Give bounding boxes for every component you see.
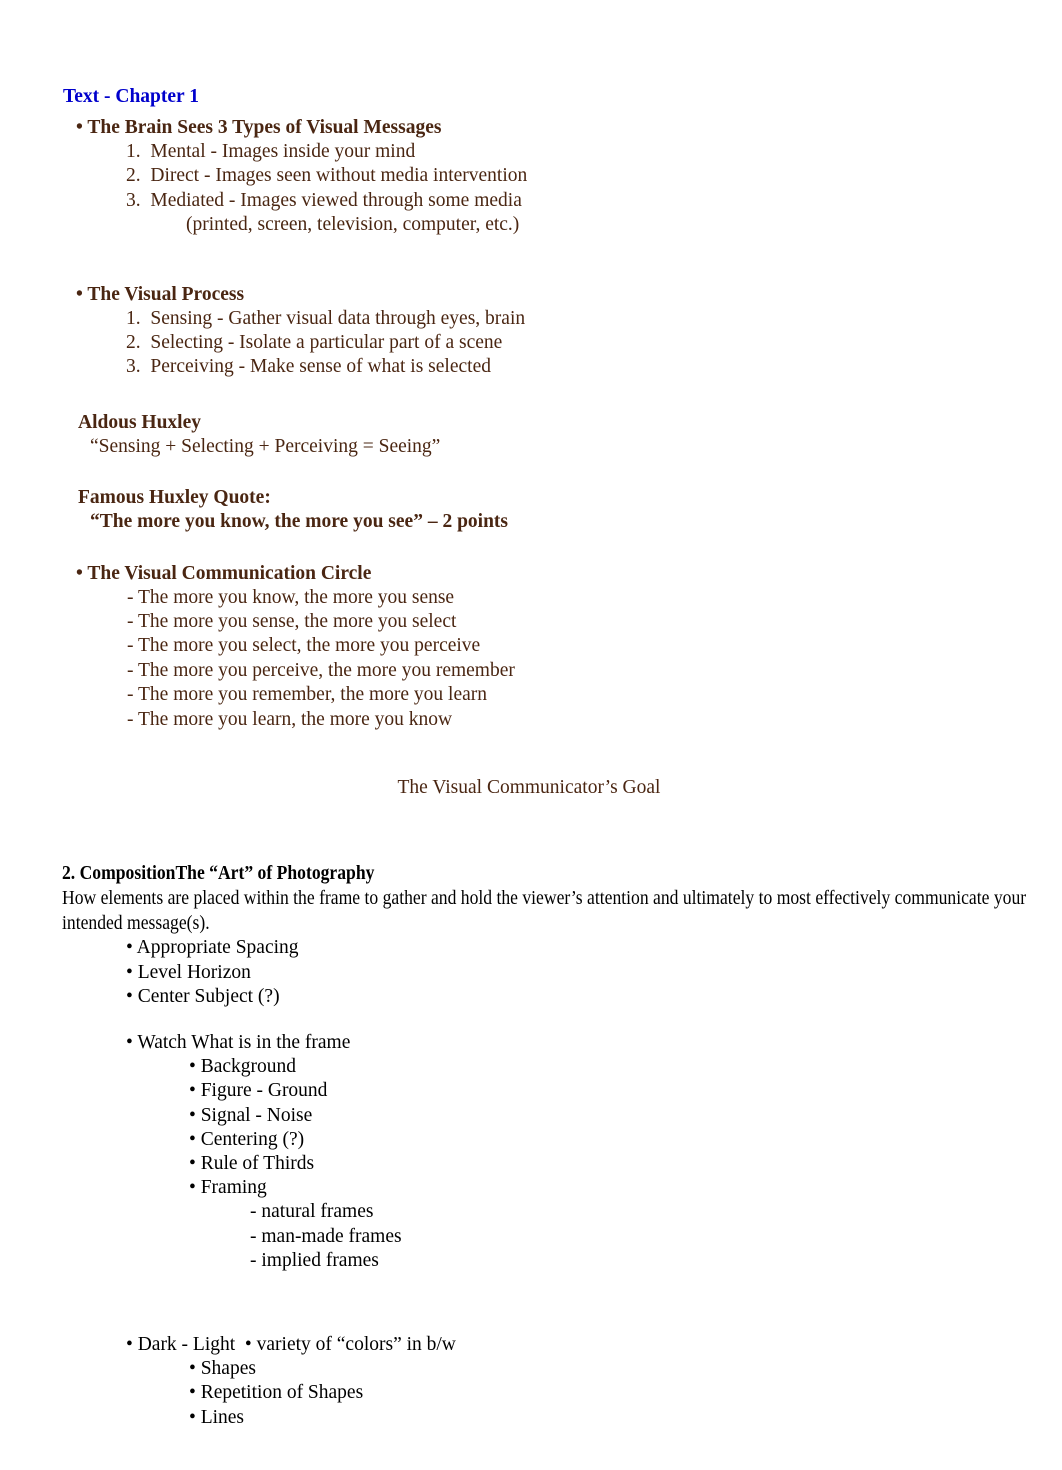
section-aldous-huxley: Aldous Huxley “Sensing + Selecting + Per…: [62, 410, 1002, 459]
list-item: 1. Mental - Images inside your mind: [126, 141, 416, 162]
list-item: 3. Mediated - Images viewed through some…: [126, 189, 522, 211]
famous-quote-colon: :: [264, 487, 271, 509]
list-item: • Center Subject (?): [126, 985, 280, 1007]
list-item: - The more you select, the more you perc…: [127, 635, 481, 657]
section-brain-sees: • The Brain Sees 3 Types of Visual Messa…: [62, 115, 1002, 238]
composition-body-paragraph: How elements are placed within the frame…: [62, 886, 1027, 934]
list-item: 3. Perceiving - Make sense of what is se…: [126, 356, 491, 378]
list-item: • Framing: [189, 1177, 267, 1199]
list-item: - The more you know, the more you sense: [127, 586, 455, 608]
list-item: • Appropriate Spacing: [126, 937, 299, 959]
section-heading-brain: • The Brain Sees 3 Types of Visual Messa…: [76, 117, 442, 138]
list-item: 2. Selecting - Isolate a particular part…: [126, 332, 503, 354]
list-item: • Lines: [189, 1406, 245, 1428]
list-item: - The more you perceive, the more you re…: [127, 659, 515, 681]
list-item: 1. Sensing - Gather visual data through …: [126, 307, 526, 329]
section-visual-process: • The Visual Process 1. Sensing - Gather…: [62, 282, 1002, 380]
huxley-equation-quote: “Sensing + Selecting + Perceiving = Seei…: [90, 435, 441, 457]
list-item: - implied frames: [250, 1249, 379, 1271]
list-item: • Shapes: [189, 1358, 256, 1380]
list-item: - The more you remember, the more you le…: [127, 684, 488, 706]
list-item: • Signal - Noise: [189, 1104, 313, 1126]
list-item-continuation: (printed, screen, television, computer, …: [186, 214, 520, 236]
section-heading-communication-circle: • The Visual Communication Circle: [76, 562, 372, 584]
section-heading-famous-quote: Famous Huxley Quote:: [78, 485, 1002, 510]
famous-quote-text: “The more you know, the more you see” – …: [90, 511, 509, 533]
list-item: • Centering (?): [189, 1128, 305, 1150]
section-heading-composition: 2. CompositionThe “Art” of Photography: [62, 861, 375, 884]
list-item: • Repetition of Shapes: [189, 1382, 364, 1404]
list-item: 2. Direct - Images seen without media in…: [126, 165, 528, 187]
list-item: • Background: [189, 1056, 297, 1078]
visual-communicator-goal: The Visual Communicator’s Goal: [397, 777, 661, 799]
document-page: Text - Chapter 1 • The Brain Sees 3 Type…: [0, 0, 1062, 1470]
section-composition: 2. CompositionThe “Art” of Photography H…: [62, 861, 1026, 1430]
section-communication-circle: • The Visual Communication Circle - The …: [62, 561, 1002, 732]
chapter-title: Text - Chapter 1: [63, 86, 199, 107]
dark-light-line: • Dark - Light • variety of “colors” in …: [126, 1333, 456, 1355]
famous-quote-label: Famous Huxley Quote: [78, 487, 265, 509]
list-item: - man-made frames: [250, 1225, 402, 1247]
list-item: • Level Horizon: [126, 961, 251, 983]
list-heading-watch-frame: • Watch What is in the frame: [126, 1031, 351, 1053]
list-item: • Rule of Thirds: [189, 1152, 315, 1174]
list-item: - The more you learn, the more you know: [127, 708, 453, 730]
section-famous-huxley-quote: Famous Huxley Quote: “The more you know,…: [62, 485, 1002, 534]
list-item: - natural frames: [250, 1201, 374, 1223]
section-heading-visual-process: • The Visual Process: [76, 283, 245, 305]
list-item: • Figure - Ground: [189, 1080, 328, 1102]
list-item: - The more you sense, the more you selec…: [127, 611, 457, 633]
section-heading-aldous-huxley: Aldous Huxley: [78, 411, 201, 433]
